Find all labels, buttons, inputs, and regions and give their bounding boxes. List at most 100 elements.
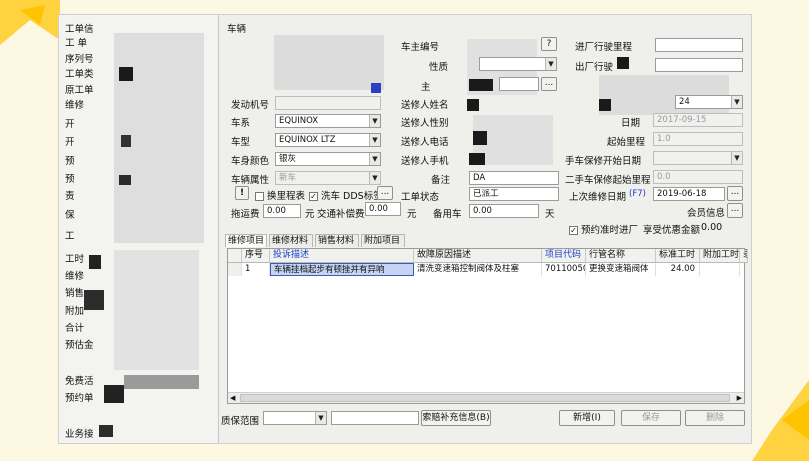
remark-field[interactable]: DA [469, 171, 559, 185]
last-repair-shortcut: (F7) [629, 189, 646, 199]
left-label: 工时 [65, 254, 85, 265]
left-label: 序列号 [65, 54, 94, 65]
dropdown-arrow-icon[interactable]: ▼ [731, 96, 742, 108]
change-meter-option[interactable]: 换里程表 [255, 188, 305, 202]
exit-mileage-field[interactable] [655, 58, 743, 72]
table-cell[interactable]: 更换变速箱阀体 [586, 263, 656, 276]
tab-sales-materials[interactable]: 销售材料 [315, 234, 359, 247]
left-label: 工单信 [65, 24, 94, 35]
owner-no-label: 车主编号 [401, 42, 440, 53]
color-label: 车身颜色 [231, 156, 270, 167]
series-value: EQUINOX [279, 116, 319, 126]
column-header[interactable]: 故障原因描述 [414, 249, 542, 263]
redacted-area [124, 375, 199, 389]
order-status-label: 工单状态 [401, 192, 440, 203]
table-cell[interactable]: 清洗变速箱控制阀体及柱塞 [414, 263, 542, 276]
attr-select[interactable]: 新车 ▼ [275, 171, 381, 185]
used-car-warranty-start-date-field[interactable]: ▼ [653, 151, 743, 165]
left-label: 工 单 [65, 38, 88, 49]
wash-checkbox[interactable]: ✓ [309, 192, 318, 201]
dropdown-arrow-icon[interactable]: ▼ [545, 58, 556, 70]
tab-repair-items[interactable]: 维修项目 [225, 234, 267, 247]
model-label: 车型 [231, 137, 251, 148]
select-field[interactable]: 24 ▼ [675, 95, 743, 109]
dropdown-arrow-icon[interactable]: ▼ [369, 153, 380, 165]
redacted-area [469, 79, 493, 91]
color-select[interactable]: 银灰 ▼ [275, 152, 381, 166]
redacted-area [371, 83, 381, 93]
alert-button[interactable]: ! [235, 186, 249, 200]
last-repair-date-field[interactable]: 2019-06-18 [653, 187, 725, 201]
tow-fee-unit: 元 [305, 209, 315, 220]
delete-button[interactable]: 删除 [685, 410, 745, 426]
wash-option[interactable]: ✓ 洗车 DDS标签 [309, 188, 383, 202]
reservation-option[interactable]: ✓ 预约准时进厂 [569, 222, 638, 236]
engine-no-field[interactable] [275, 96, 381, 110]
tab-additional-items[interactable]: 附加项目 [361, 234, 405, 247]
change-meter-checkbox[interactable] [255, 192, 264, 201]
dropdown-arrow-icon[interactable]: ▼ [369, 172, 380, 184]
dropdown-arrow-icon[interactable]: ▼ [369, 134, 380, 146]
left-label: 维修 [65, 271, 85, 282]
tab-repair-materials[interactable]: 维修材料 [269, 234, 313, 247]
last-repair-browse-button[interactable]: ... [727, 186, 743, 201]
redacted-area [114, 250, 199, 370]
tow-fee-field[interactable]: 0.00 [263, 204, 301, 218]
spare-car-field[interactable]: 0.00 [469, 204, 539, 218]
scroll-right-icon[interactable]: ▶ [737, 393, 742, 403]
member-info-button[interactable]: ... [727, 203, 743, 218]
repair-items-table: 序号 投诉描述 故障原因描述 项目代码 行管名称 标准工时 附加工时 录 1 车… [227, 248, 748, 404]
warranty-range-select[interactable]: ▼ [263, 411, 327, 425]
date-field[interactable]: 2017-09-15 [653, 113, 743, 127]
column-header[interactable]: 序号 [242, 249, 270, 263]
column-header[interactable]: 标准工时 [656, 249, 700, 263]
nature-label: 性质 [429, 62, 449, 73]
table-cell[interactable]: 车辆挂档起步有顿挫并有异响 [270, 263, 414, 276]
save-button[interactable]: 保存 [621, 410, 681, 426]
table-cell[interactable]: 24.00 [656, 263, 700, 276]
sender-gender-label: 送修人性别 [401, 118, 449, 129]
left-label: 预 [65, 156, 75, 167]
dropdown-arrow-icon[interactable]: ▼ [369, 115, 380, 127]
warranty-range-field[interactable] [331, 411, 419, 425]
transport-fee-label: 交通补偿费 [317, 209, 365, 220]
owner-field[interactable] [499, 77, 539, 91]
claim-info-button[interactable]: 索赔补充信息(B) [421, 410, 491, 426]
left-label: 销售 [65, 288, 85, 299]
vehicle-label: 车辆 [227, 24, 247, 35]
used-car-warranty-start-mileage-field[interactable]: 0.0 [653, 170, 743, 184]
left-label: 预 [65, 174, 75, 185]
table-cell[interactable]: 70110050 [542, 263, 586, 276]
transport-fee-field[interactable]: 0.00 [365, 202, 401, 216]
left-label: 合计 [65, 323, 85, 334]
left-label: 保 [65, 210, 75, 221]
row-selector[interactable] [228, 263, 242, 276]
start-mileage-field[interactable]: 1.0 [653, 132, 743, 146]
column-header[interactable]: 附加工时 [700, 249, 740, 263]
nature-select[interactable]: ▼ [479, 57, 557, 71]
horizontal-scrollbar[interactable]: ◀ ▶ [228, 392, 744, 403]
column-header[interactable]: 录 [740, 249, 748, 263]
scrollbar-thumb[interactable] [240, 394, 730, 402]
left-label: 维修 [65, 100, 85, 111]
table-cell[interactable]: 1 [242, 263, 270, 276]
model-select[interactable]: EQUINOX LTZ ▼ [275, 133, 381, 147]
wash-browse-button[interactable]: ... [377, 186, 393, 200]
help-button[interactable]: ? [541, 37, 557, 51]
column-header[interactable]: 投诉描述 [270, 249, 414, 263]
owner-browse-button[interactable]: ... [541, 77, 557, 91]
table-cell[interactable] [700, 263, 740, 276]
entry-mileage-field[interactable] [655, 38, 743, 52]
dropdown-arrow-icon[interactable]: ▼ [315, 412, 326, 424]
owner-label: 主 [421, 82, 431, 93]
scroll-left-icon[interactable]: ◀ [230, 393, 235, 403]
dropdown-arrow-icon[interactable]: ▼ [731, 152, 742, 164]
column-header[interactable]: 项目代码 [542, 249, 586, 263]
order-status-field: 已派工 [469, 187, 559, 201]
reservation-checkbox[interactable]: ✓ [569, 226, 578, 235]
series-select[interactable]: EQUINOX ▼ [275, 114, 381, 128]
redacted-area [469, 153, 485, 165]
start-mileage-label: 起始里程 [607, 137, 646, 148]
add-button[interactable]: 新增(I) [559, 410, 615, 426]
column-header[interactable]: 行管名称 [586, 249, 656, 263]
